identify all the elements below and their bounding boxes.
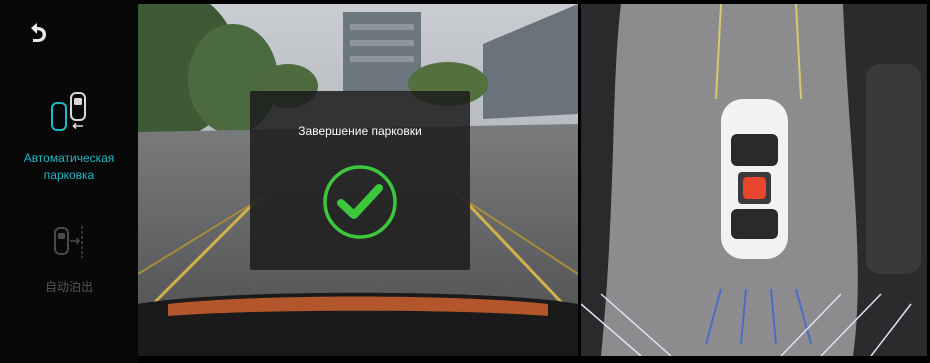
auto-exit-icon (54, 226, 83, 258)
back-arrow-icon (31, 23, 46, 42)
auto-exit-mode[interactable]: 自动泊出 (0, 220, 138, 296)
auto-exit-label: 自动泊出 (44, 280, 93, 294)
back-button[interactable] (22, 18, 52, 48)
sidebar: Автоматическая парковка 自动泊出 (0, 0, 138, 363)
top-view-camera (581, 4, 927, 356)
dialog-title: Завершение парковки (298, 124, 422, 138)
auto-park-mode[interactable]: Автоматическая парковка (0, 85, 138, 184)
auto-park-label-line2: парковка (43, 168, 95, 182)
top-view-scene (581, 4, 927, 356)
parking-complete-dialog: Завершение парковки (250, 91, 470, 270)
brake-indicator-icon (743, 177, 766, 199)
auto-park-icon (51, 92, 86, 131)
check-circle-icon (323, 165, 397, 239)
auto-park-label-line1: Автоматическая (23, 151, 115, 165)
